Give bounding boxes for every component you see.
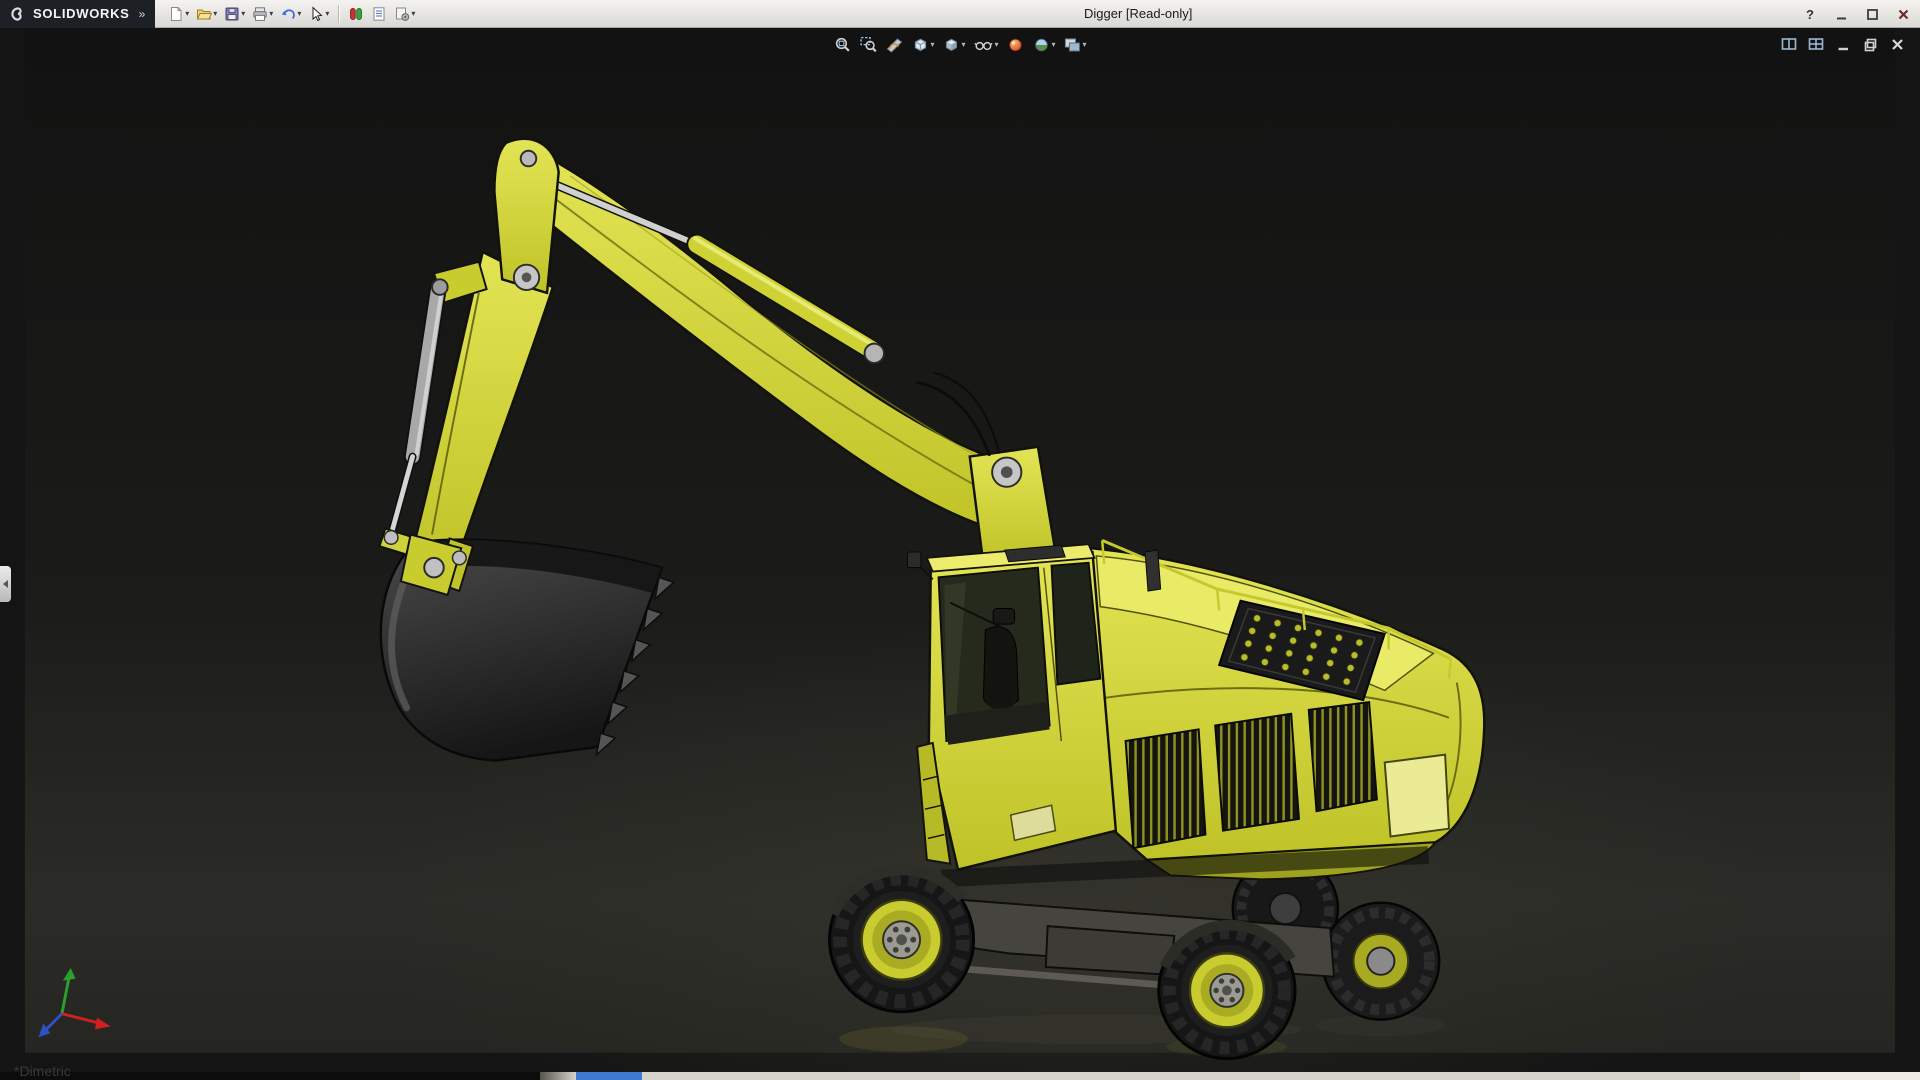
orientation-label: *Dimetric — [14, 1063, 71, 1079]
window-controls: ? — [1801, 0, 1912, 28]
pane-grid-button[interactable] — [1807, 36, 1825, 52]
select-button[interactable]: ▾ — [305, 2, 332, 26]
file-toolbar: ▾ ▾ ▾ ▾ ▾ ▾ ▾ — [165, 2, 418, 26]
headsup-toolbar: ▾ ▾ ▾ ▾ ▾ — [830, 34, 1089, 56]
featuremanager-flyout-arrow[interactable] — [0, 566, 11, 602]
caret: ▾ — [185, 8, 190, 18]
exhaust-stack — [1144, 549, 1162, 592]
maximize-button[interactable] — [1863, 5, 1881, 23]
scene-canvas[interactable] — [0, 28, 1920, 1080]
caret: ▾ — [961, 40, 966, 49]
undo-button[interactable]: ▾ — [277, 2, 304, 26]
save-button[interactable]: ▾ — [221, 2, 248, 26]
solidworks-brand: SOLIDWORKS » — [0, 0, 156, 28]
solidworks-logo-icon — [11, 6, 22, 21]
document-window-controls — [1780, 36, 1906, 52]
options-button[interactable]: ▾ — [391, 2, 418, 26]
apply-scene-icon — [1035, 38, 1048, 52]
rebuild-stoplight-button[interactable] — [345, 2, 367, 26]
display-style-button[interactable]: ▾ — [939, 34, 968, 56]
edit-appearance-button[interactable] — [1004, 34, 1028, 56]
solidworks-window: SOLIDWORKS » ▾ ▾ ▾ ▾ ▾ ▾ ▾ Digger [Read-… — [0, 0, 1920, 1080]
print-button[interactable]: ▾ — [249, 2, 276, 26]
caret: ▾ — [213, 8, 218, 18]
print-icon — [253, 6, 267, 21]
help-button[interactable]: ? — [1801, 5, 1819, 23]
minimize-button[interactable] — [1832, 5, 1850, 23]
caret: ▾ — [994, 40, 999, 49]
caret: ▾ — [241, 8, 246, 18]
apply-scene-button[interactable]: ▾ — [1030, 34, 1059, 56]
view-orientation-button[interactable]: ▾ — [908, 34, 937, 56]
display-style-cube-icon — [945, 38, 958, 52]
status-strip-fade-segment — [540, 1072, 576, 1080]
status-strip-dark-segment — [0, 1072, 540, 1080]
toolbar-separator — [338, 4, 340, 23]
section-view-button[interactable] — [882, 34, 906, 56]
close-button[interactable] — [1894, 5, 1912, 23]
zoom-to-area-icon — [860, 36, 877, 53]
window-title: Digger [Read-only] — [1084, 6, 1193, 21]
undo-arrow-icon — [282, 8, 296, 19]
open-button[interactable]: ▾ — [193, 2, 220, 26]
status-strip-light-segment — [1800, 1072, 1920, 1080]
graphics-viewport[interactable]: ▾ ▾ ▾ ▾ ▾ *Dimetric — [0, 28, 1920, 1080]
options-gear-icon — [396, 7, 410, 21]
pane-split-icon — [1781, 38, 1797, 50]
doc-restore-button[interactable] — [1861, 36, 1879, 52]
caret: ▾ — [325, 8, 330, 18]
stoplight-icon — [350, 7, 363, 20]
status-strip-blue-segment — [576, 1072, 642, 1080]
doc-restore-icon — [1864, 38, 1876, 51]
close-icon — [1898, 9, 1908, 19]
file-properties-button[interactable] — [368, 2, 390, 26]
caret: ▾ — [1051, 40, 1056, 49]
caret: ▾ — [411, 8, 416, 18]
zoom-to-fit-button[interactable] — [830, 34, 854, 56]
zoom-to-fit-icon — [835, 37, 850, 52]
maximize-icon — [1866, 8, 1878, 20]
doc-close-icon — [1891, 38, 1903, 50]
pane-grid-icon — [1808, 38, 1824, 50]
file-properties-icon — [373, 6, 385, 21]
caret: ▾ — [1082, 40, 1087, 49]
zoom-to-area-button[interactable] — [856, 34, 880, 56]
view-orientation-cube-icon — [914, 38, 927, 52]
status-strip — [0, 1072, 1920, 1080]
brand-text: SOLIDWORKS — [33, 6, 130, 21]
save-floppy-icon — [225, 7, 239, 20]
titlebar: SOLIDWORKS » ▾ ▾ ▾ ▾ ▾ ▾ ▾ Digger [Read-… — [0, 0, 1920, 28]
caret: ▾ — [269, 8, 274, 18]
view-settings-icon — [1065, 38, 1081, 52]
caret: ▾ — [297, 8, 302, 18]
doc-minimize-button[interactable] — [1834, 36, 1852, 52]
open-folder-icon — [196, 9, 213, 19]
menu-expand-arrow[interactable]: » — [139, 7, 146, 21]
doc-minimize-icon — [1838, 47, 1848, 50]
caret: ▾ — [930, 40, 935, 49]
pane-split-button[interactable] — [1780, 36, 1798, 52]
edit-appearance-ball-icon — [1009, 38, 1022, 52]
doc-close-button[interactable] — [1888, 36, 1906, 52]
hide-show-items-button[interactable]: ▾ — [970, 34, 1001, 56]
cab — [906, 543, 1118, 872]
select-cursor-icon — [312, 5, 323, 21]
section-view-icon — [886, 38, 903, 53]
view-settings-button[interactable]: ▾ — [1061, 34, 1090, 56]
new-document-icon — [171, 6, 182, 21]
minimize-icon — [1836, 17, 1846, 19]
new-document-button[interactable]: ▾ — [165, 2, 192, 26]
hide-show-glasses-icon — [974, 41, 993, 51]
